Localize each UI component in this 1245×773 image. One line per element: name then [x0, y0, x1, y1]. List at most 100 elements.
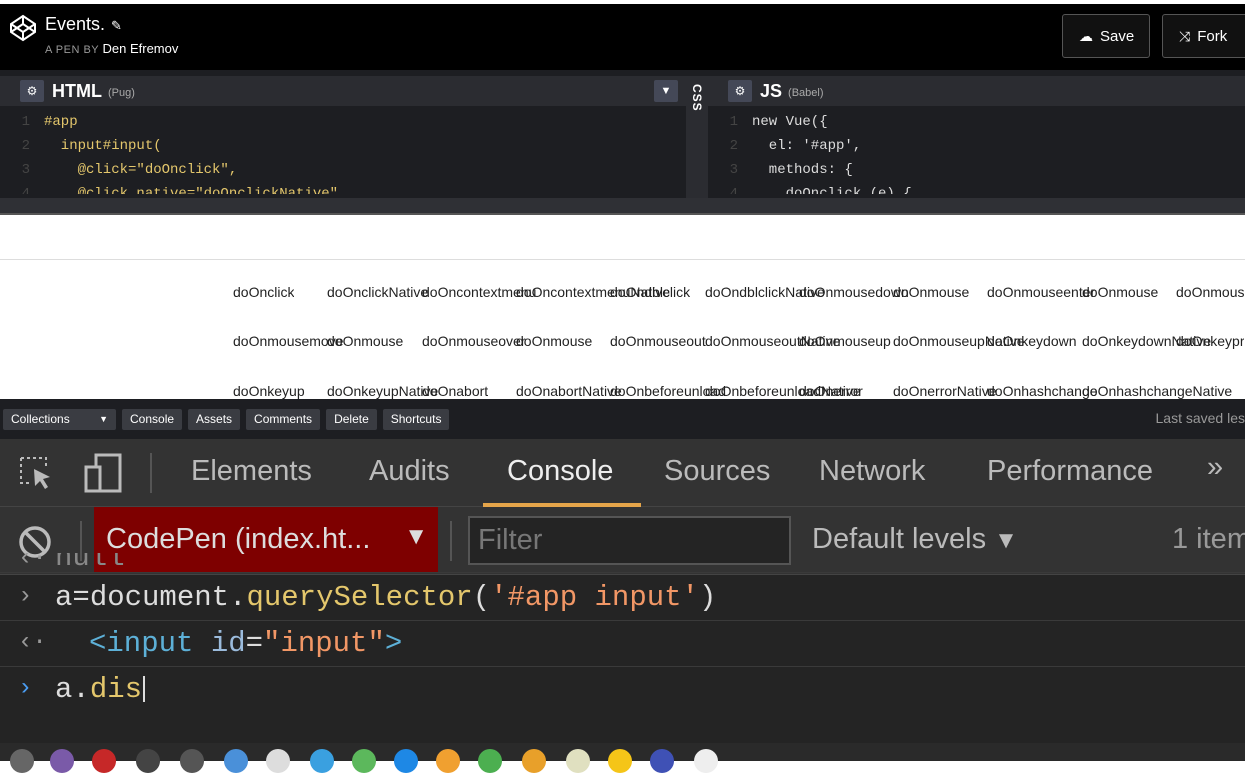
- fork-button[interactable]: ⤨Fork: [1162, 14, 1245, 58]
- gear-icon[interactable]: ⚙: [728, 80, 752, 102]
- event-label: doOnmouseenter: [987, 284, 1095, 300]
- event-label: doOnmouseup: [799, 333, 891, 349]
- tab-elements[interactable]: Elements: [191, 455, 312, 488]
- js-pane-header: ⚙ JS (Babel): [708, 76, 1245, 106]
- app-icon[interactable]: [522, 749, 546, 773]
- device-toolbar-icon[interactable]: [84, 453, 124, 493]
- js-pane-title: JS: [760, 81, 782, 102]
- comments-button[interactable]: Comments: [246, 409, 320, 430]
- fork-icon: ⤨: [1179, 28, 1190, 45]
- tab-performance[interactable]: Performance: [987, 455, 1153, 488]
- event-label: doOnhashchange: [987, 383, 1098, 399]
- chevron-down-icon[interactable]: ▼: [654, 80, 678, 102]
- prompt-chevron-icon: ›: [18, 583, 32, 610]
- dropdown-arrow-icon: ▼: [994, 527, 1018, 554]
- event-label: doOnclick: [233, 284, 294, 300]
- tab-audits[interactable]: Audits: [369, 455, 450, 488]
- dropdown-arrow-icon: ▼: [404, 523, 428, 551]
- console-prompt[interactable]: › a.dis: [0, 667, 1245, 713]
- last-saved-text: Last saved les: [1156, 410, 1245, 426]
- toolbar-divider: [150, 453, 152, 493]
- app-icon[interactable]: [10, 749, 34, 773]
- app-icon[interactable]: [352, 749, 376, 773]
- pen-title[interactable]: Events.✎: [45, 14, 122, 35]
- html-pane-subtitle: (Pug): [108, 87, 135, 99]
- event-label: doOnclickNative: [327, 284, 428, 300]
- app-icon[interactable]: [608, 749, 632, 773]
- author-link[interactable]: Den Efremov: [103, 41, 179, 56]
- devtools-tabbar: Elements Audits Console Sources Network …: [0, 439, 1245, 507]
- html-code[interactable]: 1#app 2 input#input( 3 @click="doOnclick…: [0, 106, 686, 194]
- app-icon[interactable]: [436, 749, 460, 773]
- event-label: doOnerror: [799, 383, 863, 399]
- gear-icon[interactable]: ⚙: [20, 80, 44, 102]
- js-editor[interactable]: ⚙ JS (Babel) 1new Vue({ 2 el: '#app', 3 …: [708, 76, 1245, 198]
- inspect-element-icon[interactable]: [18, 455, 54, 491]
- event-label: doOnerrorNative: [893, 383, 997, 399]
- prompt-chevron-icon: ›: [18, 675, 32, 702]
- event-label: doOnmouseover: [422, 333, 526, 349]
- assets-button[interactable]: Assets: [188, 409, 240, 430]
- os-taskbar: [0, 743, 1245, 761]
- console-line-result: ‹· null: [0, 553, 1245, 573]
- event-label: doOnmouse: [893, 284, 969, 300]
- pencil-icon[interactable]: ✎: [111, 18, 122, 33]
- shortcuts-button[interactable]: Shortcuts: [383, 409, 450, 430]
- result-arrow-icon: ‹·: [18, 553, 47, 572]
- tab-network[interactable]: Network: [819, 455, 925, 488]
- html-pane-header: ⚙ HTML (Pug) ▼: [0, 76, 686, 106]
- event-label: doOnmouseout: [610, 333, 706, 349]
- event-label: doOnmous: [1176, 284, 1244, 300]
- text-caret: [143, 676, 145, 702]
- delete-button[interactable]: Delete: [326, 409, 377, 430]
- console-button[interactable]: Console: [122, 409, 182, 430]
- app-icon[interactable]: [136, 749, 160, 773]
- console-line-output: ‹· <input id="input">: [0, 621, 1245, 667]
- codepen-logo-icon[interactable]: [9, 14, 37, 42]
- app-icon[interactable]: [50, 749, 74, 773]
- app-icon[interactable]: [92, 749, 116, 773]
- event-label: doOnkeypr: [1176, 333, 1244, 349]
- preview-frame[interactable]: doOnclickdoOnclickNativedoOncontextmenud…: [0, 215, 1245, 399]
- css-pane-collapsed[interactable]: CSS: [686, 76, 708, 198]
- app-icon[interactable]: [224, 749, 248, 773]
- event-label: doOnkeydown: [987, 333, 1077, 349]
- event-label: doOnmouse: [1082, 284, 1158, 300]
- event-label: doOnkeyup: [233, 383, 305, 399]
- collections-select[interactable]: Collections▼: [3, 409, 116, 430]
- app-icon[interactable]: [266, 749, 290, 773]
- event-label: doOnabortNative: [516, 383, 622, 399]
- log-levels-dropdown[interactable]: Default levels ▼: [812, 523, 1018, 556]
- event-label: doOnmouse: [516, 333, 592, 349]
- app-icon[interactable]: [310, 749, 334, 773]
- html-editor[interactable]: ⚙ HTML (Pug) ▼ 1#app 2 input#input( 3 @c…: [0, 76, 686, 198]
- app-icon[interactable]: [478, 749, 502, 773]
- event-label: doOndblclick: [610, 284, 690, 300]
- app-icon[interactable]: [180, 749, 204, 773]
- event-label: doOnmouse: [327, 333, 403, 349]
- horizontal-scrollbar[interactable]: [0, 198, 1245, 215]
- cloud-icon: ☁: [1079, 28, 1093, 45]
- save-button[interactable]: ☁Save: [1062, 14, 1150, 58]
- divider: [0, 259, 1245, 260]
- html-pane-title: HTML: [52, 81, 102, 102]
- pen-author: A PEN BY Den Efremov: [45, 41, 178, 56]
- editor-area: ⚙ HTML (Pug) ▼ 1#app 2 input#input( 3 @c…: [0, 70, 1245, 215]
- app-icon[interactable]: [566, 749, 590, 773]
- js-code[interactable]: 1new Vue({ 2 el: '#app', 3 methods: { 4 …: [708, 106, 1245, 194]
- event-label: doOnabort: [422, 383, 488, 399]
- console-output[interactable]: ‹· null › a=document.querySelector('#app…: [0, 575, 1245, 761]
- dropdown-arrow-icon: ▼: [99, 414, 108, 424]
- item-count: 1 item: [1172, 523, 1245, 556]
- js-pane-subtitle: (Babel): [788, 87, 823, 99]
- event-label: doOnhashchangeNative: [1082, 383, 1232, 399]
- app-icon[interactable]: [694, 749, 718, 773]
- app-icon[interactable]: [394, 749, 418, 773]
- tab-sources[interactable]: Sources: [664, 455, 770, 488]
- more-tabs-icon[interactable]: »: [1207, 451, 1223, 484]
- tab-console[interactable]: Console: [507, 455, 613, 488]
- codepen-header: Events.✎ A PEN BY Den Efremov ☁Save ⤨For…: [0, 0, 1245, 70]
- devtools-panel: Elements Audits Console Sources Network …: [0, 439, 1245, 761]
- console-line-input: › a=document.querySelector('#app input'): [0, 575, 1245, 621]
- app-icon[interactable]: [650, 749, 674, 773]
